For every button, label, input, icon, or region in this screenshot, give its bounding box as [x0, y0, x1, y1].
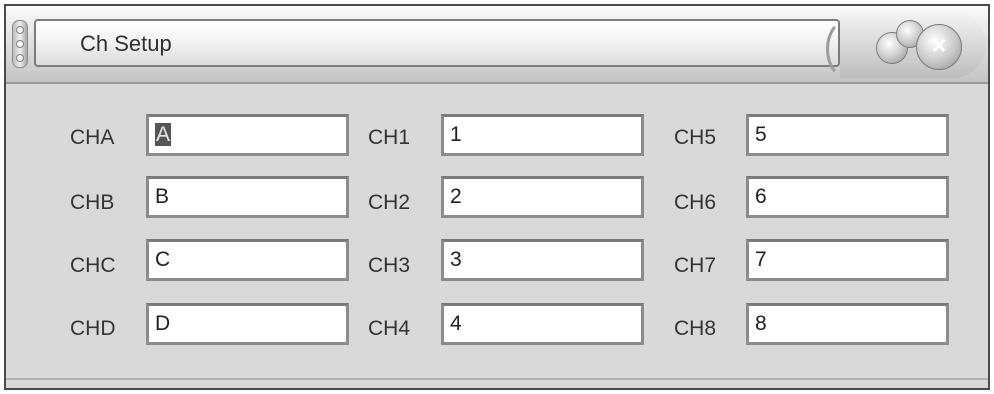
- label-ch8: CH8: [674, 317, 717, 340]
- label-ch4: CH4: [368, 317, 411, 340]
- decorative-arc: [826, 18, 872, 80]
- close-button[interactable]: ×: [916, 24, 962, 70]
- field-ch6[interactable]: 6: [746, 176, 949, 218]
- label-ch7: CH7: [674, 254, 717, 277]
- field-chb[interactable]: B: [146, 176, 349, 218]
- field-chc[interactable]: C: [146, 239, 349, 281]
- label-chc: CHC: [70, 254, 116, 277]
- label-ch2: CH2: [368, 191, 411, 214]
- field-ch2[interactable]: 2: [441, 176, 644, 218]
- window-buttons: ×: [826, 12, 986, 80]
- close-icon: ×: [931, 30, 947, 60]
- grip-icon[interactable]: [12, 20, 28, 68]
- field-cha[interactable]: A: [146, 114, 349, 156]
- label-ch1: CH1: [368, 126, 411, 149]
- field-ch1[interactable]: 1: [441, 114, 644, 156]
- label-chb: CHB: [70, 191, 115, 214]
- title-bar[interactable]: Ch Setup ×: [6, 6, 988, 84]
- ch-setup-window: Ch Setup × CHA A CHB B CHC C CHD D CH1 1…: [4, 4, 990, 390]
- label-cha: CHA: [70, 126, 115, 149]
- field-ch5[interactable]: 5: [746, 114, 949, 156]
- label-chd: CHD: [70, 317, 116, 340]
- field-ch8[interactable]: 8: [746, 303, 949, 345]
- channel-grid: CHA A CHB B CHC C CHD D CH1 1 CH2 2 CH3 …: [6, 84, 988, 388]
- label-ch6: CH6: [674, 191, 717, 214]
- bottom-divider: [6, 378, 988, 380]
- field-ch7[interactable]: 7: [746, 239, 949, 281]
- title-field: Ch Setup: [34, 19, 840, 67]
- field-ch4[interactable]: 4: [441, 303, 644, 345]
- label-ch5: CH5: [674, 126, 717, 149]
- field-chd[interactable]: D: [146, 303, 349, 345]
- field-ch3[interactable]: 3: [441, 239, 644, 281]
- window-title: Ch Setup: [80, 31, 172, 56]
- label-ch3: CH3: [368, 254, 411, 277]
- field-cha-value: A: [155, 123, 172, 146]
